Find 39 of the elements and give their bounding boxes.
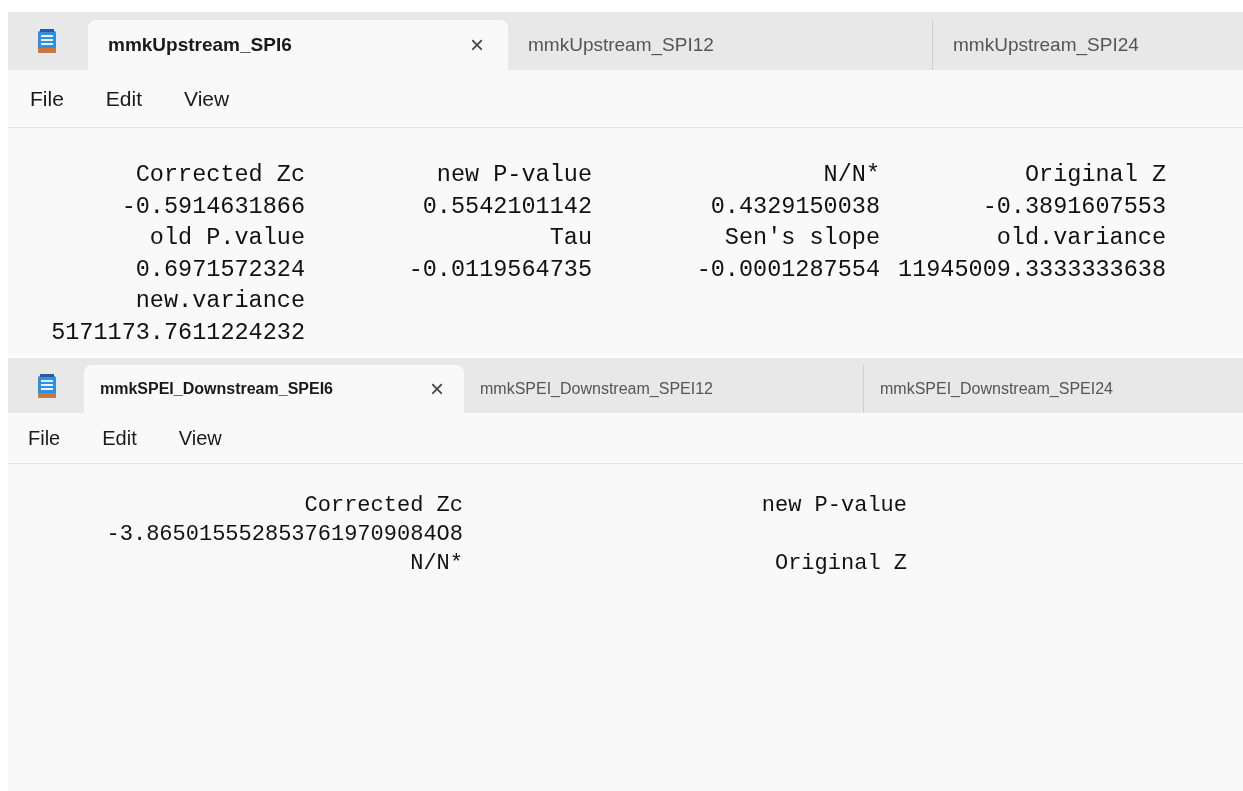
document-tab[interactable]: mmkUpstream_SPI6 × [88,20,508,70]
output-label: Corrected Zc [303,494,463,517]
output-label: new P-value [435,163,592,187]
document-tab[interactable]: mmkSPEI_Downstream_SPEI12 [464,365,864,413]
output-value: 0.6971572324 [134,257,305,282]
close-tab-button[interactable]: × [426,375,448,403]
output-label: Original Z [773,552,907,575]
output-value: 0.5542101142 [421,194,592,219]
output-label: old.variance [995,226,1166,250]
output-label: new.variance [134,289,305,313]
output-label: Original Z [1023,163,1166,187]
output-label: N/N* [409,552,463,575]
document-tab[interactable]: mmkUpstream_SPI12 [508,20,933,70]
menu-item[interactable]: Edit [84,70,164,127]
close-tab-button[interactable]: × [466,31,488,59]
menu-item[interactable]: File [8,70,85,127]
document-tab[interactable]: mmkSPEI_Downstream_SPEI24 [864,365,1243,413]
output-label: old P.value [148,226,305,250]
menu-item[interactable]: File [8,413,82,463]
menu-item[interactable]: View [163,70,251,127]
output-label: Corrected Zc [134,163,305,187]
output-label: new P-value [760,494,907,517]
output-label: Sen's slope [723,226,880,250]
document-tab[interactable]: mmkSPEI_Downstream_SPEI6 × [84,365,464,413]
notepad-icon [36,372,58,399]
output-value: 0.4329150038 [709,194,880,219]
output-value: -0.5914631866 [120,194,305,219]
menu-item[interactable]: View [157,413,243,463]
output-value: -3.8650155528537619709084O8 [105,523,463,546]
output-value: 5171173.7611224232 [50,321,305,345]
notepad-icon [36,28,58,54]
output-value: -0.0001287554 [695,257,880,282]
output-value: -0.3891607553 [981,194,1166,219]
output-label: Tau [548,226,592,250]
menu-item[interactable]: Edit [81,413,158,463]
document-tab[interactable]: mmkUpstream_SPI24 [933,20,1243,70]
output-value: 11945009.3333333638 [897,257,1166,282]
output-value: -0.0119564735 [407,257,592,282]
output-label: N/N* [822,163,880,187]
